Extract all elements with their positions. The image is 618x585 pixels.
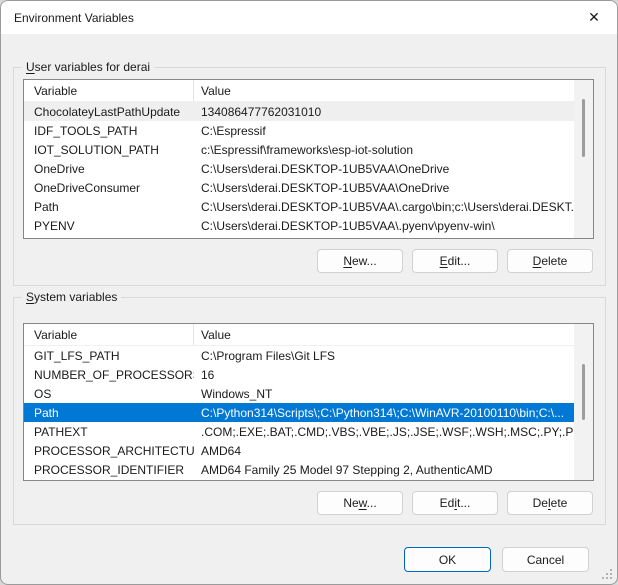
variable-cell: PROCESSOR_ARCHITECTURE	[24, 444, 194, 458]
value-cell: AMD64	[194, 444, 574, 458]
variable-cell: Path	[24, 200, 194, 214]
column-header-variable[interactable]: Variable	[24, 80, 194, 101]
table-row[interactable]: OneDriveConsumerC:\Users\derai.DESKTOP-1…	[24, 178, 574, 197]
variable-cell: PROCESSOR_IDENTIFIER	[24, 463, 194, 477]
value-cell: Windows_NT	[194, 387, 574, 401]
table-row[interactable]: OneDriveC:\Users\derai.DESKTOP-1UB5VAA\O…	[24, 159, 574, 178]
system-variables-buttons: New... Edit... Delete	[14, 491, 593, 515]
close-button[interactable]: ✕	[571, 1, 617, 34]
table-row[interactable]: PathC:\Users\derai.DESKTOP-1UB5VAA\.carg…	[24, 197, 574, 216]
variable-cell: GIT_LFS_PATH	[24, 349, 194, 363]
user-list-header: Variable Value	[24, 80, 574, 102]
variable-cell: PYENV	[24, 219, 194, 233]
value-cell: C:\Espressif	[194, 124, 574, 138]
variable-cell: Path	[24, 406, 194, 420]
table-row[interactable]: OSWindows_NT	[24, 384, 574, 403]
vertical-scrollbar[interactable]	[574, 324, 593, 480]
table-row[interactable]: PathC:\Python314\Scripts\;C:\Python314\;…	[24, 403, 574, 422]
system-delete-button[interactable]: Delete	[507, 491, 593, 515]
user-variables-group-label: User variables for derai	[22, 60, 154, 74]
system-edit-button[interactable]: Edit...	[412, 491, 498, 515]
user-variable-rows: ChocolateyLastPathUpdate1340864777620310…	[24, 102, 593, 235]
variable-cell: IDF_TOOLS_PATH	[24, 124, 194, 138]
table-row[interactable]: PROCESSOR_IDENTIFIERAMD64 Family 25 Mode…	[24, 460, 574, 479]
user-variables-list: Variable Value ChocolateyLastPathUpdate1…	[23, 79, 594, 239]
value-cell: C:\Users\derai.DESKTOP-1UB5VAA\OneDrive	[194, 162, 574, 176]
variable-cell: OneDriveConsumer	[24, 181, 194, 195]
user-new-button[interactable]: New...	[317, 249, 403, 273]
value-cell: 16	[194, 368, 574, 382]
table-row[interactable]: IOT_SOLUTION_PATHc:\Espressif\frameworks…	[24, 140, 574, 159]
cancel-button[interactable]: Cancel	[502, 547, 589, 572]
table-row[interactable]: ChocolateyLastPathUpdate1340864777620310…	[24, 102, 574, 121]
scrollbar-thumb[interactable]	[582, 364, 585, 420]
variable-cell: OS	[24, 387, 194, 401]
column-header-variable[interactable]: Variable	[24, 324, 194, 345]
user-edit-button[interactable]: Edit...	[412, 249, 498, 273]
ok-button[interactable]: OK	[404, 547, 491, 572]
table-row[interactable]: PROCESSOR_ARCHITECTUREAMD64	[24, 441, 574, 460]
system-list-header: Variable Value	[24, 324, 574, 346]
value-cell: C:\Users\derai.DESKTOP-1UB5VAA\.cargo\bi…	[194, 200, 574, 214]
window-title: Environment Variables	[14, 11, 134, 25]
variable-cell: IOT_SOLUTION_PATH	[24, 143, 194, 157]
table-row[interactable]: PYENVC:\Users\derai.DESKTOP-1UB5VAA\.pye…	[24, 216, 574, 235]
column-header-value[interactable]: Value	[194, 324, 574, 345]
table-row[interactable]: PATHEXT.COM;.EXE;.BAT;.CMD;.VBS;.VBE;.JS…	[24, 422, 574, 441]
variable-cell: PATHEXT	[24, 425, 194, 439]
value-cell: C:\Users\derai.DESKTOP-1UB5VAA\.pyenv\py…	[194, 219, 574, 233]
resize-grip[interactable]	[601, 568, 613, 580]
value-cell: 134086477762031010	[194, 105, 574, 119]
user-variables-buttons: New... Edit... Delete	[14, 249, 593, 273]
table-row[interactable]: GIT_LFS_PATHC:\Program Files\Git LFS	[24, 346, 574, 365]
footer-buttons: OK Cancel	[404, 547, 589, 572]
table-row[interactable]: IDF_TOOLS_PATHC:\Espressif	[24, 121, 574, 140]
system-variables-list: Variable Value GIT_LFS_PATHC:\Program Fi…	[23, 323, 594, 481]
value-cell: C:\Users\derai.DESKTOP-1UB5VAA\OneDrive	[194, 181, 574, 195]
system-variables-group-label: System variables	[22, 290, 121, 304]
titlebar: Environment Variables ✕	[1, 1, 617, 34]
environment-variables-dialog: Environment Variables ✕ User variables f…	[0, 0, 618, 585]
value-cell: c:\Espressif\frameworks\esp-iot-solution	[194, 143, 574, 157]
user-variables-group: User variables for derai Variable Value …	[13, 67, 606, 286]
scrollbar-thumb[interactable]	[582, 99, 585, 157]
close-icon: ✕	[588, 9, 600, 26]
variable-cell: NUMBER_OF_PROCESSORS	[24, 368, 194, 382]
system-new-button[interactable]: New...	[317, 491, 403, 515]
table-row[interactable]: NUMBER_OF_PROCESSORS16	[24, 365, 574, 384]
user-delete-button[interactable]: Delete	[507, 249, 593, 273]
variable-cell: OneDrive	[24, 162, 194, 176]
variable-cell: ChocolateyLastPathUpdate	[24, 105, 194, 119]
column-header-value[interactable]: Value	[194, 80, 574, 101]
value-cell: C:\Program Files\Git LFS	[194, 349, 574, 363]
value-cell: .COM;.EXE;.BAT;.CMD;.VBS;.VBE;.JS;.JSE;.…	[194, 425, 574, 439]
value-cell: C:\Python314\Scripts\;C:\Python314\;C:\W…	[194, 406, 574, 420]
system-variable-rows: GIT_LFS_PATHC:\Program Files\Git LFSNUMB…	[24, 346, 593, 479]
system-variables-group: System variables Variable Value GIT_LFS_…	[13, 297, 606, 525]
value-cell: AMD64 Family 25 Model 97 Stepping 2, Aut…	[194, 463, 574, 477]
vertical-scrollbar[interactable]	[574, 80, 593, 238]
